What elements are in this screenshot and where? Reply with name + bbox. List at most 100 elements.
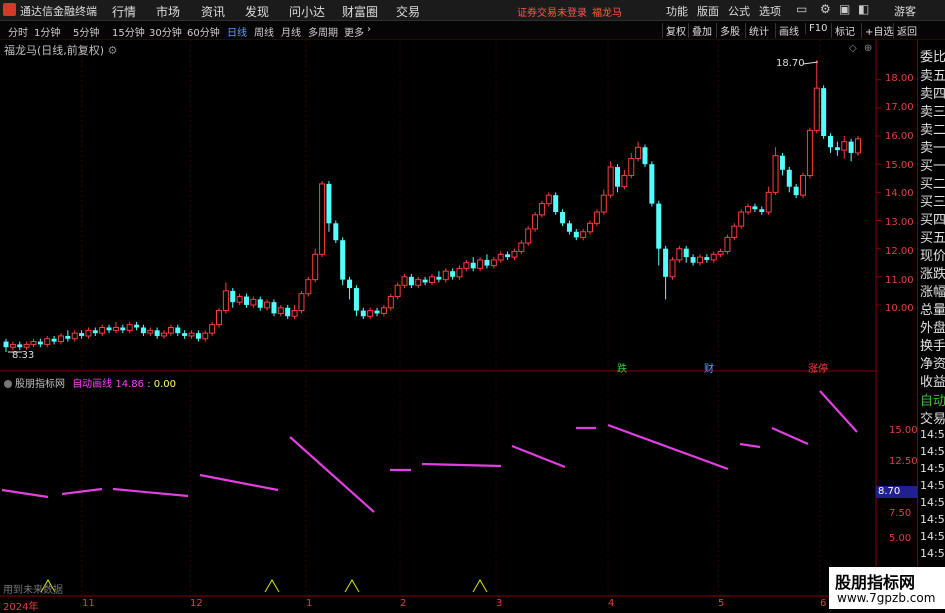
- candle-body-down: [134, 324, 140, 328]
- candle-body-up: [429, 276, 435, 283]
- candle-body-up: [57, 335, 64, 343]
- candle-body-down: [615, 167, 621, 187]
- trade-time: 14:56: [920, 530, 945, 543]
- candle-body-up: [415, 279, 422, 286]
- settings-gear-icon[interactable]: ⚙: [108, 44, 118, 57]
- candle-body-down: [65, 335, 71, 339]
- candle-body-down: [195, 333, 201, 339]
- signal-triangle: [344, 579, 360, 593]
- candle-body-up: [724, 236, 731, 252]
- chart-canvas[interactable]: [0, 0, 945, 609]
- candle-body-up: [387, 296, 394, 309]
- candle-body-down: [120, 327, 126, 331]
- candle-body-down: [271, 302, 277, 314]
- candle-body-up: [497, 253, 504, 261]
- trade-time: 14:56: [920, 428, 945, 441]
- candle-body-down: [649, 164, 655, 204]
- candle-body-up: [30, 341, 37, 345]
- panel-item[interactable]: 委比: [920, 46, 945, 65]
- y-tick: 17.00: [885, 102, 914, 113]
- quote-side-panel: 委比 卖五 卖四 卖三 卖二 卖一 买一 买二 买三 买四 买五 现价 涨跌 涨…: [917, 40, 945, 609]
- candle-body-up: [841, 141, 848, 151]
- panel-item[interactable]: 卖五: [920, 65, 945, 84]
- panel-item[interactable]: 总量: [920, 299, 945, 318]
- candle-body-down: [79, 333, 85, 336]
- panel-item[interactable]: 买三: [920, 191, 945, 210]
- candle-body-down: [828, 136, 834, 148]
- trade-time: 14:56: [920, 547, 945, 560]
- candle-body-up: [477, 259, 484, 269]
- candle-body-up: [9, 343, 16, 348]
- y-tick: 13.00: [885, 217, 914, 228]
- y-tick: 11.00: [885, 275, 914, 286]
- panel-item[interactable]: 净资: [920, 353, 945, 372]
- candle-body-down: [353, 288, 359, 311]
- auto-line-segment: [819, 390, 858, 433]
- marker-finance[interactable]: 财: [704, 360, 714, 375]
- panel-item[interactable]: 外盘: [920, 317, 945, 336]
- candle-body-up: [202, 332, 209, 340]
- panel-item[interactable]: 买五: [920, 227, 945, 246]
- candle-body-down: [436, 276, 442, 280]
- signal-markers: [40, 579, 488, 593]
- candle-body-up: [188, 332, 195, 337]
- candle-body-down: [821, 88, 827, 137]
- panel-item[interactable]: 涨幅: [920, 281, 945, 300]
- candle-body-down: [834, 147, 840, 151]
- candle-body-down: [642, 147, 648, 165]
- zoom-icon[interactable]: ⊕: [864, 43, 872, 54]
- candle-body-down: [704, 257, 710, 260]
- candle-body-up: [312, 253, 319, 281]
- candle-body-down: [17, 344, 23, 348]
- trade-time: 14:56: [920, 496, 945, 509]
- candle-body-down: [566, 223, 572, 232]
- candle-body-down: [51, 338, 57, 342]
- trade-time: 14:56: [920, 479, 945, 492]
- candle-body-up: [147, 329, 154, 334]
- diamond-icon[interactable]: ◇: [849, 43, 857, 54]
- panel-item[interactable]: 现价: [920, 245, 945, 264]
- candle-body-down: [752, 206, 758, 210]
- candle-body-down: [333, 223, 339, 241]
- panel-item[interactable]: 收益: [920, 371, 945, 390]
- panel-item[interactable]: 买四: [920, 209, 945, 228]
- candle-body-up: [126, 324, 133, 331]
- candle-body-up: [209, 324, 216, 334]
- candle-body-down: [848, 141, 854, 153]
- candle-body-down: [243, 296, 249, 305]
- max-pointer: [802, 61, 819, 65]
- tab-trade[interactable]: 交易: [920, 408, 945, 427]
- panel-item[interactable]: 买一: [920, 155, 945, 174]
- candle-body-up: [264, 301, 271, 309]
- trade-time: 14:56: [920, 462, 945, 475]
- time-tick: 2: [400, 598, 407, 609]
- candle-body-down: [573, 231, 579, 238]
- candle-body-up: [745, 205, 752, 213]
- time-tick: 11: [82, 598, 95, 609]
- marker-down[interactable]: 跌: [617, 360, 627, 375]
- candle-body-up: [696, 256, 703, 264]
- indicator-menu-icon[interactable]: [4, 380, 12, 388]
- candle-body-down: [230, 290, 236, 303]
- ind-y-tick: 15.00: [889, 425, 918, 436]
- panel-item[interactable]: 卖四: [920, 83, 945, 102]
- candle-body-up: [305, 279, 312, 295]
- candle-body-down: [759, 209, 765, 213]
- panel-item[interactable]: 涨跌: [920, 263, 945, 282]
- time-tick: 2024年: [3, 602, 39, 613]
- candle-body-up: [250, 298, 257, 306]
- auto-line-segment: [61, 487, 103, 496]
- marker-limit-up[interactable]: 涨停: [808, 360, 828, 375]
- panel-item[interactable]: 卖二: [920, 119, 945, 138]
- panel-item[interactable]: 卖三: [920, 101, 945, 120]
- candle-body-up: [401, 276, 408, 286]
- panel-item[interactable]: 换手: [920, 335, 945, 354]
- tab-auto[interactable]: 自动: [920, 390, 945, 409]
- candle-body-down: [484, 259, 490, 266]
- candle-body-up: [319, 183, 326, 255]
- candle-body-up: [813, 87, 820, 131]
- panel-item[interactable]: 卖一: [920, 137, 945, 156]
- candle-body-up: [236, 296, 243, 303]
- auto-line-segment: [739, 442, 761, 449]
- panel-item[interactable]: 买二: [920, 173, 945, 192]
